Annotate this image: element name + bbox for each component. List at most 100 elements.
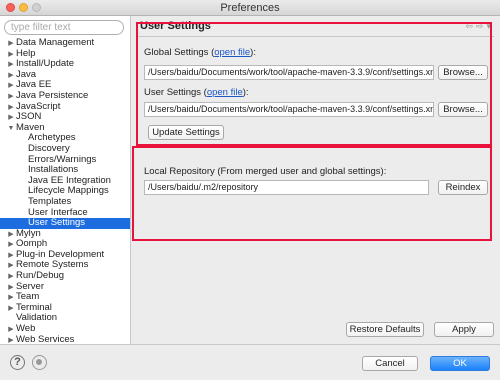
tree-item[interactable]: ▶ Oomph [0,239,130,250]
tree-item[interactable]: Errors/Warnings [0,154,130,166]
collapsed-triangle-icon[interactable]: ▶ [6,251,16,261]
tree-item-label: Errors/Warnings [28,154,97,165]
tree-item[interactable]: ▶ Run/Debug [0,271,130,282]
preferences-tree: ▶ Data Management ▶ Help ▶ Install/Update ▶ Jav… [0,38,130,344]
collapsed-triangle-icon[interactable]: ▶ [6,230,16,240]
local-repository-field[interactable]: /Users/baidu/.m2/repository [144,180,429,195]
tree-item[interactable]: ▶ Java Persistence [0,90,130,102]
tree-item[interactable]: ▶ Help [0,48,130,60]
collapsed-triangle-icon[interactable]: ▶ [6,240,16,250]
tree-item-label: Java EE [16,80,52,91]
record-icon[interactable] [32,355,47,370]
tree-item-label: Terminal [16,302,52,313]
collapsed-triangle-icon[interactable]: ▶ [6,81,16,91]
tree-item[interactable]: Archetypes [0,133,130,144]
tree-item-label: Java EE Integration [28,175,111,186]
tree-item[interactable]: ▶ Remote Systems [0,260,130,271]
collapsed-triangle-icon[interactable]: ▶ [6,113,16,123]
tree-item[interactable]: Installations [0,165,130,176]
reindex-button[interactable]: Reindex [438,180,488,195]
collapsed-triangle-icon[interactable]: ▶ [6,283,16,293]
tree-item[interactable]: ▶ Data Management [0,38,130,49]
tree-item-label: Validation [16,313,58,324]
tree-item-label: Install/Update [16,59,75,70]
global-settings-field[interactable]: /Users/baidu/Documents/work/tool/apache-… [144,65,434,80]
tree-item[interactable]: ▶ Web [0,324,130,335]
restore-defaults-button[interactable]: Restore Defaults [346,322,424,337]
tree-item[interactable]: Java EE Integration [0,175,130,187]
tree-item-label: Archetypes [28,133,76,144]
tree-item[interactable]: ▼ Maven [0,122,130,134]
tree-item-label: Oomph [16,239,48,250]
forward-arrow-icon[interactable]: ⇨ [476,21,487,31]
tree-item[interactable]: ▶ Server [0,281,130,293]
tree-item[interactable]: Lifecycle Mappings [0,186,130,197]
tree-item-label: Templates [28,196,72,207]
tree-item[interactable]: Discovery [0,143,130,155]
apply-button[interactable]: Apply [434,322,494,337]
tree-item-label: Maven [16,122,45,133]
user-browse-button[interactable]: Browse... [438,102,488,117]
preference-page: User Settings ⇦⇨▾ Global Settings (open … [134,16,500,344]
tree-item-label: Java [16,69,37,80]
tree-item[interactable]: Templates [0,196,130,208]
tree-item[interactable]: ▶ Java EE [0,80,130,91]
user-settings-field[interactable]: /Users/baidu/Documents/work/tool/apache-… [144,102,434,117]
tree-item-label: JSON [16,112,42,123]
tree-item-label: Discovery [28,143,70,154]
filter-input[interactable] [4,20,124,35]
collapsed-triangle-icon[interactable]: ▶ [6,60,16,70]
tree-item-label: JavaScript [16,101,61,112]
tree-item[interactable]: ▶ Mylyn [0,228,130,240]
collapsed-triangle-icon[interactable]: ▶ [6,261,16,271]
global-settings-label: Global Settings (open file): [144,47,256,58]
tree-item-label: Lifecycle Mappings [28,186,109,197]
collapsed-triangle-icon[interactable]: ▶ [6,304,16,314]
tree-item[interactable]: ▶ JavaScript [0,101,130,113]
collapsed-triangle-icon[interactable]: ▶ [6,92,16,102]
dialog-footer: ? Cancel OK [0,344,500,380]
collapsed-triangle-icon[interactable]: ▶ [6,71,16,81]
view-menu-icon[interactable]: ▾ [486,21,494,31]
tree-item-label: Mylyn [16,228,41,239]
tree-item-label: Installations [28,165,79,176]
collapsed-triangle-icon[interactable]: ▶ [6,50,16,60]
tree-item[interactable]: ▶ Web Services [0,335,130,344]
global-browse-button[interactable]: Browse... [438,65,488,80]
tree-item[interactable]: ▶ Plug-in Development [0,249,130,261]
back-arrow-icon[interactable]: ⇦ [465,21,476,31]
tree-item[interactable]: User Interface [0,207,130,219]
collapsed-triangle-icon[interactable]: ▶ [6,39,16,49]
tree-item-label: Help [16,48,36,59]
tree-item-label: Data Management [16,38,95,48]
collapsed-triangle-icon[interactable]: ▶ [6,325,16,335]
tree-item[interactable]: ▶ Team [0,292,130,303]
tree-item-label: Plug-in Development [16,249,105,260]
tree-item-label: Java Persistence [16,90,89,101]
update-settings-button[interactable]: Update Settings [148,125,224,140]
tree-item[interactable]: ▶ Install/Update [0,59,130,70]
collapsed-triangle-icon[interactable]: ▶ [6,103,16,113]
tree-item-label: Server [16,281,44,292]
tree-item[interactable]: User Settings [0,218,130,229]
tree-item-label: User Interface [28,207,88,218]
help-icon[interactable]: ? [10,355,25,370]
tree-item[interactable]: Validation [0,313,130,324]
tree-item[interactable]: ▶ Java [0,69,130,81]
tree-item[interactable]: ▶ JSON [0,112,130,123]
user-settings-label: User Settings (open file): [144,87,249,98]
collapsed-triangle-icon[interactable]: ▶ [6,272,16,282]
tree-item-label: Remote Systems [16,260,89,271]
tree-item[interactable]: ▶ Terminal [0,302,130,314]
collapsed-triangle-icon[interactable]: ▶ [6,336,16,344]
global-open-file-link[interactable]: open file [214,47,250,58]
ok-button[interactable]: OK [430,356,490,371]
user-open-file-link[interactable]: open file [207,87,243,98]
expanded-triangle-icon[interactable]: ▼ [6,124,16,134]
window-title: Preferences [220,2,280,14]
cancel-button[interactable]: Cancel [362,356,418,371]
local-repository-label: Local Repository (From merged user and g… [144,166,387,177]
tree-item-label: Team [16,292,40,303]
collapsed-triangle-icon[interactable]: ▶ [6,293,16,303]
header-divider [138,36,494,37]
